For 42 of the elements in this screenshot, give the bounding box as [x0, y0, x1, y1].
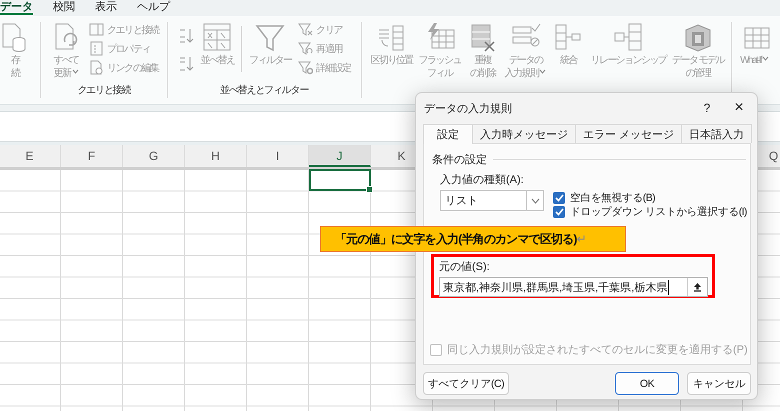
- funnel-x-icon: [298, 22, 314, 37]
- callout-text: 「元の値」に文字を入力(半角のカンマで区切る): [335, 230, 577, 248]
- checkbox[interactable]: [553, 206, 565, 218]
- relationship-icon: [612, 22, 644, 52]
- sort-descending-icon[interactable]: [178, 56, 194, 72]
- checkbox-label: 空白を無視する(B): [570, 192, 655, 204]
- paragraph-mark: ↵: [576, 232, 586, 246]
- dialog-tab[interactable]: 入力時メッセージ: [472, 124, 576, 143]
- document-link-icon: [89, 60, 104, 75]
- menu-tab[interactable]: 校閲: [43, 0, 85, 15]
- upload-icon: [693, 282, 702, 292]
- allow-dropdown[interactable]: リスト: [440, 190, 544, 211]
- group-label: クエリと接続: [76, 84, 132, 98]
- funnel-gear-icon: [298, 60, 314, 75]
- checkbox-label: ドロップダウン リストから選択する(I): [570, 206, 747, 218]
- close-button[interactable]: ×: [723, 94, 755, 122]
- menu-tab[interactable]: ヘルプ: [127, 0, 180, 15]
- dialog-tab[interactable]: 日本語入力: [681, 124, 752, 143]
- checkbox-label: 同じ入力規則が設定されたすべてのセルに変更を適用する(P): [447, 342, 748, 357]
- group-label: 並べ替えとフィルター: [219, 84, 310, 98]
- chevron-down-icon: [530, 198, 540, 204]
- checkbox[interactable]: [553, 192, 565, 204]
- column-header: J: [309, 145, 371, 167]
- table-icon: [89, 22, 104, 37]
- help-button[interactable]: ?: [691, 94, 723, 122]
- menu-tab[interactable]: 表示: [85, 0, 127, 15]
- field-label: 入力値の種類(A):: [440, 173, 525, 187]
- sort-grid-icon: [201, 22, 234, 52]
- column-header: F: [61, 145, 123, 167]
- dialog-tab[interactable]: 設定: [423, 124, 473, 144]
- funnel-refresh-icon: [298, 41, 314, 56]
- source-field[interactable]: 東京都,神奈川県,群馬県,埼玉県,千葉県,栃木県: [439, 277, 708, 297]
- properties-icon: [89, 41, 104, 56]
- dialog-title: データの入力規則: [424, 102, 513, 116]
- section-title: 条件の設定: [432, 152, 487, 167]
- column-header: E: [0, 145, 61, 167]
- column-header: H: [185, 145, 247, 167]
- dialog-button[interactable]: キャンセル: [687, 372, 751, 395]
- dialog-button[interactable]: すべてクリア(C): [423, 372, 510, 395]
- dialog-button[interactable]: OK: [615, 372, 679, 395]
- column-header: G: [123, 145, 185, 167]
- field-label: 元の値(S):: [439, 260, 491, 274]
